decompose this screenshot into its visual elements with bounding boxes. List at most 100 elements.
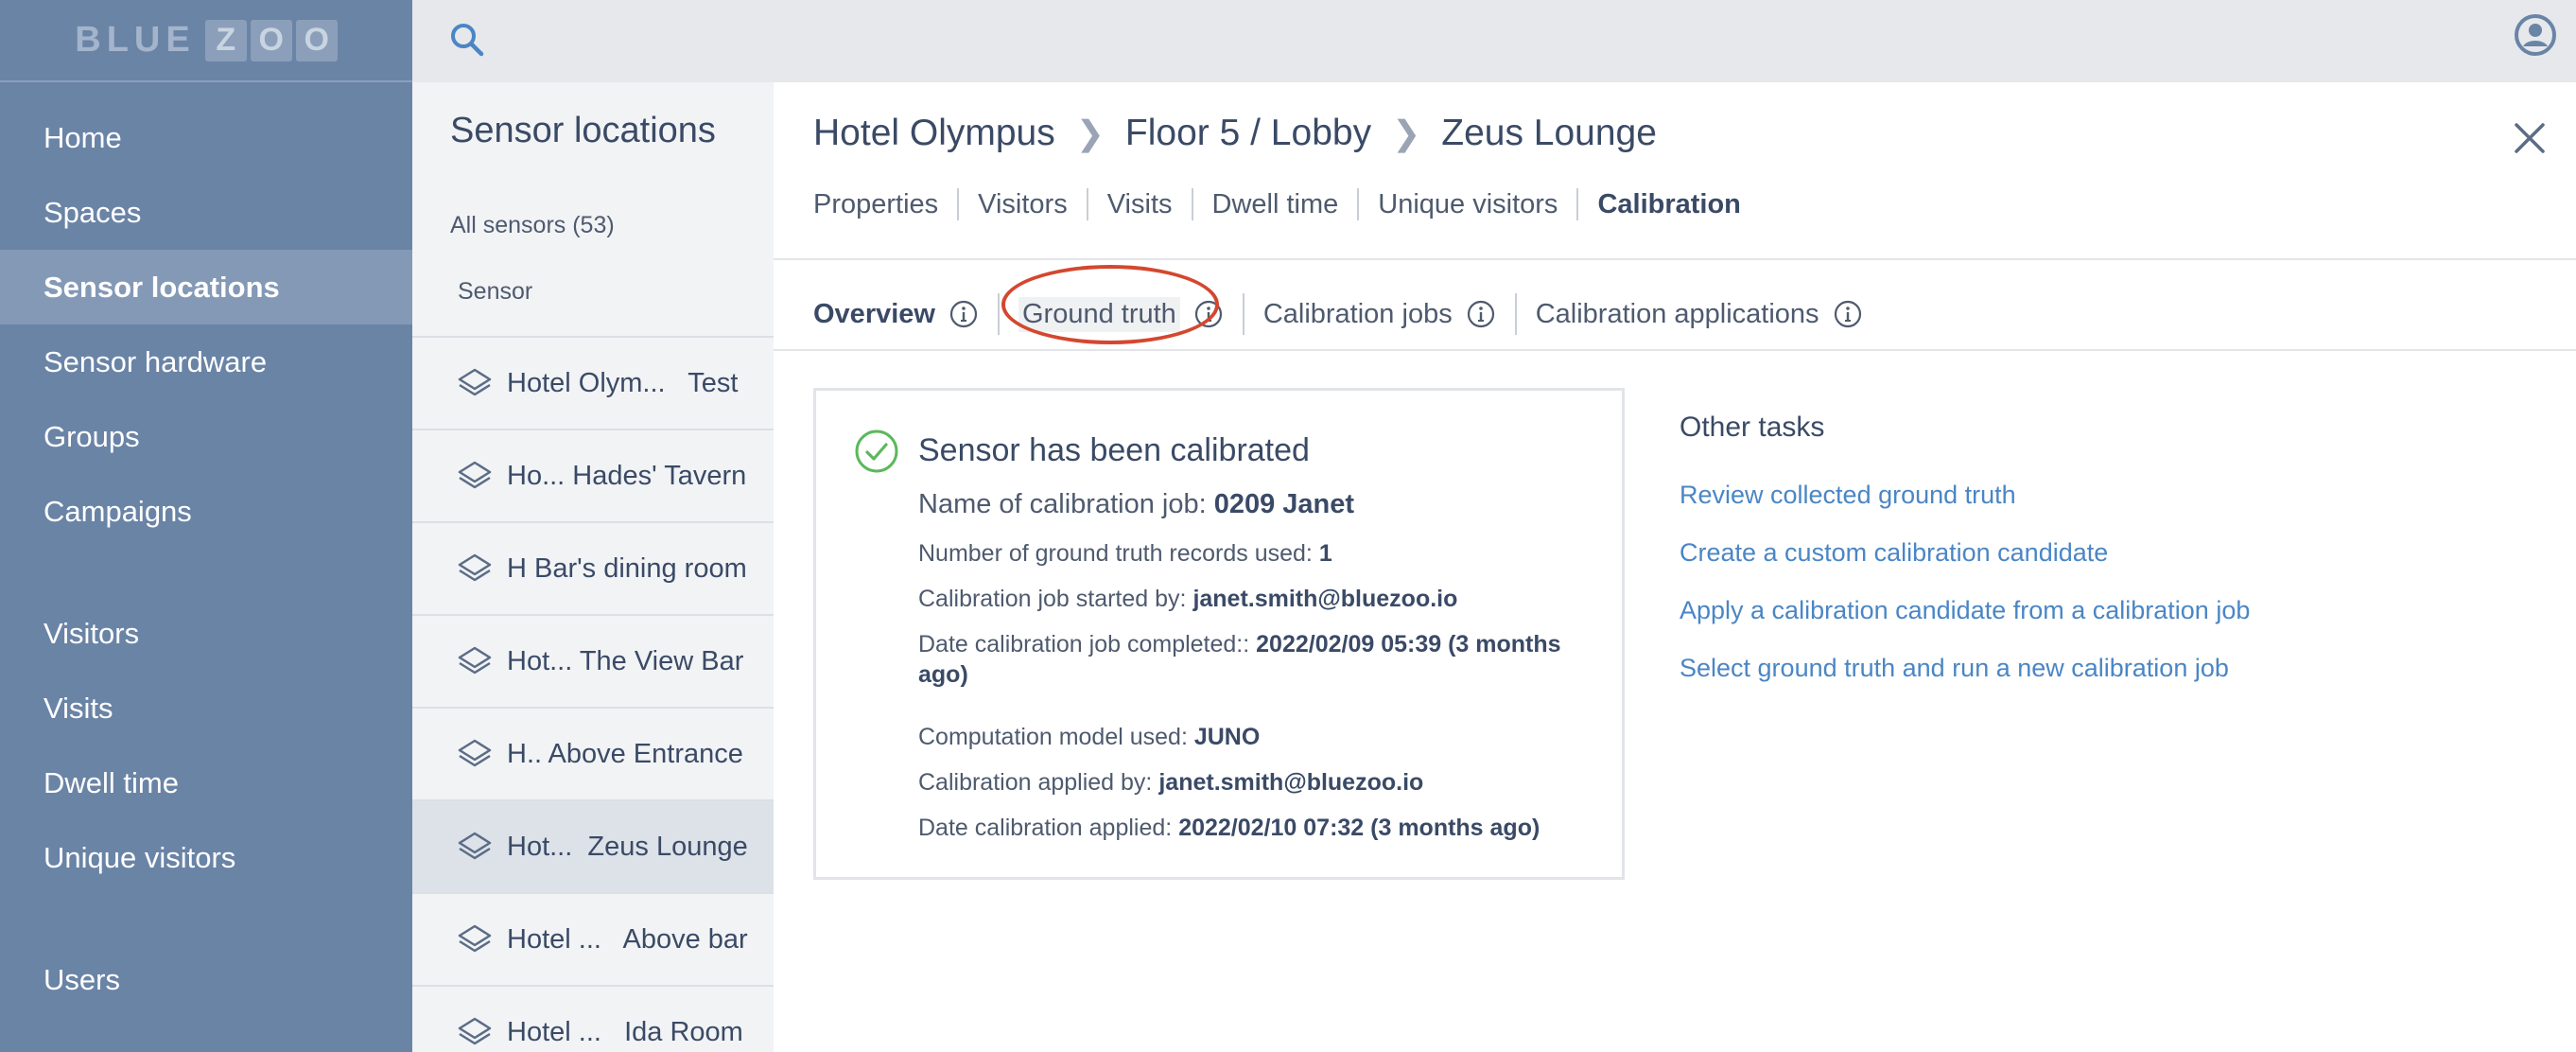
divider: [774, 258, 2576, 260]
layers-icon: [458, 368, 492, 396]
list-item[interactable]: H Bar's dining room: [412, 521, 774, 614]
layers-icon: [458, 739, 492, 767]
list-item-selected[interactable]: Hot... Zeus Lounge: [412, 799, 774, 892]
nav-spacer: [0, 549, 412, 596]
sensor-list-title: Sensor locations: [450, 111, 716, 150]
list-item-label: Hotel ... Ida Room: [507, 1016, 743, 1047]
subtab-label: Calibration applications: [1535, 298, 1819, 329]
completed-date: Date calibration job completed:: 2022/02…: [918, 629, 1599, 690]
completed-label: Date calibration job completed::: [918, 631, 1250, 658]
layers-icon: [458, 924, 492, 953]
logo-bar: BLUE Z O O: [0, 0, 412, 82]
subtab-label: Overview: [813, 298, 935, 329]
card-title: Sensor has been calibrated: [918, 432, 1310, 468]
started-by-value: janet.smith@bluezoo.io: [1192, 586, 1458, 612]
applied-by-value: janet.smith@bluezoo.io: [1158, 769, 1424, 796]
check-circle-icon: [855, 430, 898, 473]
sidebar-item-sensor-locations[interactable]: Sensor locations: [0, 250, 412, 324]
job-name: Name of calibration job: 0209 Janet: [918, 489, 1599, 519]
tab-properties[interactable]: Properties: [813, 189, 938, 220]
apply-calibration-candidate-link[interactable]: Apply a calibration candidate from a cal…: [1680, 596, 2250, 625]
started-by: Calibration job started by: janet.smith@…: [918, 584, 1599, 614]
sidebar-item-home[interactable]: Home: [0, 100, 412, 175]
divider: [774, 349, 2576, 351]
create-calibration-candidate-link[interactable]: Create a custom calibration candidate: [1680, 538, 2108, 568]
logo-letter: O: [295, 19, 338, 61]
sidebar-item-visitors[interactable]: Visitors: [0, 596, 412, 671]
list-item[interactable]: Hotel Olym... Test: [412, 336, 774, 429]
top-bar: [412, 0, 2576, 82]
tab-dwell-time[interactable]: Dwell time: [1212, 189, 1339, 220]
tab-calibration[interactable]: Calibration: [1597, 189, 1740, 220]
job-name-value: 0209 Janet: [1213, 489, 1355, 519]
applied-date-label: Date calibration applied:: [918, 815, 1173, 841]
logo-box: Z O O: [204, 19, 338, 61]
info-icon[interactable]: [1466, 299, 1496, 329]
sidebar-item-visits[interactable]: Visits: [0, 671, 412, 745]
breadcrumb-item-room: Zeus Lounge: [1441, 113, 1657, 153]
list-item[interactable]: H.. Above Entrance: [412, 707, 774, 799]
layers-icon: [458, 646, 492, 675]
layers-icon: [458, 553, 492, 582]
job-name-label: Name of calibration job:: [918, 489, 1207, 519]
list-item[interactable]: Hotel ... Ida Room: [412, 985, 774, 1052]
records-value: 1: [1318, 540, 1332, 567]
applied-by-label: Calibration applied by:: [918, 769, 1153, 796]
review-ground-truth-link[interactable]: Review collected ground truth: [1680, 481, 2016, 510]
list-item-label: H Bar's dining room: [507, 552, 747, 584]
tab-unique-visitors[interactable]: Unique visitors: [1378, 189, 1558, 220]
breadcrumb-item-building[interactable]: Hotel Olympus: [813, 113, 1055, 154]
layers-icon: [458, 461, 492, 489]
tab-visits[interactable]: Visits: [1107, 189, 1173, 220]
search-icon[interactable]: [446, 19, 488, 61]
other-tasks-title: Other tasks: [1680, 412, 1825, 443]
layers-icon: [458, 832, 492, 860]
nav-list: Home Spaces Sensor locations Sensor hard…: [0, 100, 412, 1017]
sidebar-item-sensor-hardware[interactable]: Sensor hardware: [0, 324, 412, 399]
tab-divider: [1357, 188, 1360, 220]
applied-date-value: 2022/02/10 07:32 (3 months ago): [1178, 815, 1540, 841]
sidebar-item-dwell-time[interactable]: Dwell time: [0, 745, 412, 820]
info-icon[interactable]: [1193, 299, 1224, 329]
calibration-status-card: Sensor has been calibrated Name of calib…: [813, 388, 1625, 880]
calibration-subtabs: Overview Ground truth Calibration jobs C…: [813, 264, 1863, 347]
layers-icon: [458, 1017, 492, 1045]
sidebar-item-spaces[interactable]: Spaces: [0, 175, 412, 250]
info-icon[interactable]: [1833, 299, 1863, 329]
sidebar-item-users[interactable]: Users: [0, 942, 412, 1017]
list-item[interactable]: Ho... Hades' Tavern: [412, 429, 774, 521]
tab-divider: [1191, 188, 1193, 220]
sidebar-item-groups[interactable]: Groups: [0, 399, 412, 474]
app-logo[interactable]: BLUE Z O O: [75, 19, 338, 61]
nav-spacer: [0, 895, 412, 942]
sensor-column-header[interactable]: Sensor: [458, 278, 532, 306]
logo-letter: Z: [204, 19, 247, 61]
info-icon[interactable]: [949, 299, 979, 329]
chevron-right-icon: ❯: [1075, 114, 1105, 152]
tab-divider: [1576, 188, 1579, 220]
list-item[interactable]: Hotel ... Above bar: [412, 892, 774, 985]
list-item-label: Hot... Zeus Lounge: [507, 831, 748, 862]
breadcrumb-item-floor[interactable]: Floor 5 / Lobby: [1125, 113, 1371, 154]
tab-visitors[interactable]: Visitors: [978, 189, 1068, 220]
model-label: Computation model used:: [918, 724, 1188, 750]
subtab-overview[interactable]: Overview: [813, 299, 979, 330]
logo-text: BLUE: [75, 20, 196, 60]
user-icon[interactable]: [2514, 13, 2557, 57]
sidebar-item-campaigns[interactable]: Campaigns: [0, 474, 412, 549]
run-new-calibration-link[interactable]: Select ground truth and run a new calibr…: [1680, 654, 2229, 683]
subtab-calibration-jobs[interactable]: Calibration jobs: [1263, 299, 1496, 330]
sidebar-item-unique-visitors[interactable]: Unique visitors: [0, 820, 412, 895]
subtab-label: Ground truth: [1018, 296, 1180, 332]
detail-tabs: Properties Visitors Visits Dwell time Un…: [813, 188, 1741, 220]
list-item[interactable]: Hot... The View Bar: [412, 614, 774, 707]
sidebar-nav: BLUE Z O O Home Spaces Sensor locations …: [0, 0, 412, 1052]
chevron-right-icon: ❯: [1392, 114, 1421, 152]
breadcrumb: Hotel Olympus ❯ Floor 5 / Lobby ❯ Zeus L…: [813, 113, 1657, 154]
logo-letter: O: [250, 19, 292, 61]
subtab-ground-truth[interactable]: Ground truth: [1001, 264, 1224, 344]
list-item-label: Hot... The View Bar: [507, 645, 744, 676]
sensor-count-filter[interactable]: All sensors (53): [450, 212, 615, 239]
subtab-calibration-applications[interactable]: Calibration applications: [1536, 299, 1863, 330]
close-icon[interactable]: [2512, 120, 2548, 156]
